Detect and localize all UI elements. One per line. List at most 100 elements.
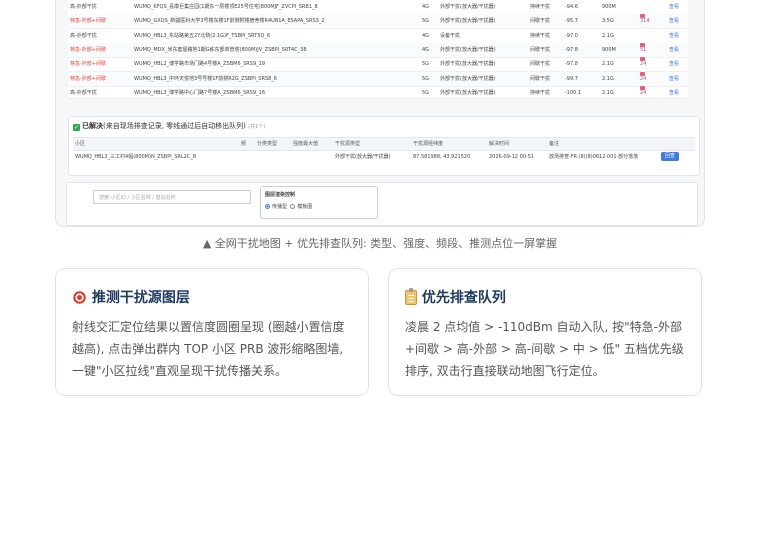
cell-name: WUMQ_HBL3_中环天悦地3号号楼1F前侧R2G_ZSBPI_SRS8_6 <box>134 75 277 82</box>
count-tag: 24 <box>640 85 662 98</box>
tag-count: 314 <box>640 18 650 25</box>
cell-name: WUMQ_HBL3_博学路中心门路7号楼A_ZSBM6_SRS9_16 <box>134 89 266 96</box>
col-resolved-time: 解决时间 <box>489 141 510 147</box>
cell-name: WUMQ_HBL2_博学路市场门路4号楼A_ZSBM6_SRS9_19 <box>134 61 266 68</box>
feature-card-inference-layer: 推测干扰源图层 射线交汇定位结果以置信度圆圈呈现 (圈越小置信度越高), 点击弹… <box>55 268 369 396</box>
priority-type: 特急-外部+间歇 <box>70 61 106 68</box>
tag-icon <box>640 71 645 76</box>
table-row[interactable]: 特急-外部+间歇 WUMQ_MDX_米东套屋路地1期G栋东部单管塔(800M)JV… <box>68 42 688 58</box>
band: 5G <box>422 61 430 68</box>
priority-type: 高-外部干扰 <box>70 4 97 10</box>
target-icon <box>72 290 87 305</box>
band: 5G <box>422 18 430 25</box>
layer-options: 传播型 模板图 <box>265 203 312 210</box>
count-tag: 314 <box>640 14 662 28</box>
resolved-title: ✓ 已解决(来自现场排查记录, 零线通过后自动移出队列) (共1个) <box>73 121 265 131</box>
card-title: 推测干扰源图层 <box>72 287 190 307</box>
table-row[interactable]: 特急-外部+间歇 WUMQ_HBL3_中环天悦地3号号楼1F前侧R2G_ZSBPI… <box>68 71 688 87</box>
option-template-label: 模板图 <box>297 204 313 210</box>
priority-type: 特急-外部+间歇 <box>70 75 106 82</box>
table-row[interactable]: 高-外部干扰 WUMQ_HBL3_博学路中心门路7号楼A_ZSBM6_SRS9_1… <box>68 85 688 98</box>
table-row[interactable]: 特急-外部+间歇 WUMQ_HBL2_博学路市场门路4号楼A_ZSBM6_SRS9… <box>68 57 688 73</box>
filter-panel: 搜索·小区ID / 小区名称 / 基站名称 图层渲染控制 传播型 模板图 <box>66 182 698 226</box>
col-category: 分类类型 <box>257 141 278 147</box>
interference-kind: 外部干扰(放大器/干扰器) <box>440 4 496 10</box>
view-link[interactable]: 查看 <box>669 43 687 57</box>
search-input[interactable]: 搜索·小区ID / 小区名称 / 基站名称 <box>93 190 251 204</box>
count-tag: 24 <box>640 57 662 71</box>
view-link[interactable]: 查看 <box>669 0 687 14</box>
check-icon: ✓ <box>73 124 80 131</box>
tag-count: 51 <box>640 46 647 53</box>
table-row[interactable]: 高-外部干扰 WUMQ_KFQS_喜康巨集庄园(1期东一层楼顶E25号住宅)800… <box>68 0 688 15</box>
interference-kind: 外部干扰(放大器/干扰器) <box>440 61 496 68</box>
card-title-text: 推测干扰源图层 <box>91 290 190 306</box>
band: 4G <box>422 46 430 53</box>
frequency: 900M <box>602 46 616 53</box>
count-tag: 24 <box>640 71 662 86</box>
cell-name: WUMQ_GXQS_新疆医科大学3号楼东楼1F前侧附楼宿舍楼R4UB1A_ESA… <box>134 18 325 25</box>
intensity-value: -97.0 <box>565 32 578 39</box>
resolved-cell: WUMQ_HBL3_三工村4幅(800M)N_ZSBPI_SRL2C_8 <box>75 154 196 160</box>
cell-name: WUMQ_HBL3_东站路第五2Y北侧(2.1G)F_TSBPI_SRT5O_6 <box>134 32 271 39</box>
cell-name: WUMQ_MDX_米东套屋路地1期G栋东部单管塔(800M)JV_ZSBPI_S… <box>134 46 307 53</box>
intensity-value: -97.8 <box>565 61 578 68</box>
band: 5G <box>422 75 430 82</box>
resolved-title-rest: (来自现场排查记录, 零线通过后自动移出队列) <box>103 122 246 130</box>
band: 4G <box>422 4 430 10</box>
frequency: 2.1G <box>602 32 614 39</box>
card-title: 优先排查队列 <box>405 287 506 307</box>
cell-name: WUMQ_KFQS_喜康巨集庄园(1期东一层楼顶E25号住宅)800MJF_ZV… <box>134 4 318 10</box>
interference-kind: 设备干扰 <box>440 32 461 39</box>
queue-table: 高-外部干扰 WUMQ_KFQS_喜康巨集庄园(1期东一层楼顶E25号住宅)800… <box>68 0 688 99</box>
feature-card-priority-queue: 优先排查队列 凌晨 2 点均值 > -110dBm 自动入队, 按"特急-外部+… <box>388 268 702 396</box>
intensity-value: -99.7 <box>565 75 578 82</box>
interference-kind: 外部干扰(放大器/干扰器) <box>440 46 496 53</box>
intensity-value: -97.8 <box>565 46 578 53</box>
layer-control: 图层渲染控制 传播型 模板图 <box>260 186 378 219</box>
screenshot-frame: 高-外部干扰 WUMQ_KFQS_喜康巨集庄园(1期东一层楼顶E25号住宅)800… <box>55 0 705 227</box>
table-row[interactable]: WUMQ_HBL3_三工村4幅(800M)N_ZSBPI_SRL2C_8 外部干… <box>73 151 695 163</box>
priority-type: 高-外部干扰 <box>70 32 97 39</box>
frequency: 2.1G <box>602 89 614 96</box>
col-band: 频 <box>241 141 247 147</box>
resolved-panel: ✓ 已解决(来自现场排查记录, 零线通过后自动移出队列) (共1个) 小区 频 分… <box>68 116 700 176</box>
view-link[interactable]: 查看 <box>669 57 687 71</box>
radio-propagation[interactable] <box>265 204 270 209</box>
clipboard-icon <box>405 288 417 305</box>
tag-icon <box>640 57 645 62</box>
priority-type: 高-外部干扰 <box>70 89 97 96</box>
priority-type: 特急-外部+间歇 <box>70 18 106 25</box>
col-note: 备注 <box>549 141 560 147</box>
figure-caption: ▲ 全网干扰地图 + 优先排查队列: 类型、强度、频段、推测点位一屏掌握 <box>202 237 558 250</box>
layer-control-title: 图层渲染控制 <box>265 192 296 198</box>
frequency: 3.5G <box>602 18 614 25</box>
priority-type: 特急-外部+间歇 <box>70 46 106 53</box>
tag-icon <box>640 85 645 90</box>
frequency: 2.1G <box>602 75 614 82</box>
table-row[interactable]: 高-外部干扰 WUMQ_HBL3_东站路第五2Y北侧(2.1G)F_TSBPI_S… <box>68 29 688 44</box>
count-tag: 51 <box>640 42 662 57</box>
table-row[interactable]: 特急-外部+间歇 WUMQ_GXQS_新疆医科大学3号楼东楼1F前侧附楼宿舍楼R4… <box>68 14 688 30</box>
interference-kind: 外部干扰(放大器/干扰器) <box>440 89 496 96</box>
view-link[interactable]: 查看 <box>669 72 687 86</box>
resolved-title-bold: 已解决 <box>82 122 103 130</box>
resolved-count: (共1个) <box>248 124 266 130</box>
resolved-table-header: 小区 频 分类类型 强度最大值 干扰源类型 干扰源经纬度 解决时间 备注 <box>73 137 695 151</box>
interference-kind: 外部干扰(放大器/干扰器) <box>440 75 496 82</box>
tag-icon <box>640 14 645 19</box>
view-link[interactable]: 查看 <box>669 29 687 43</box>
view-link[interactable]: 查看 <box>669 86 687 98</box>
tag-count: 24 <box>640 61 647 68</box>
interference-kind: 外部干扰(放大器/干扰器) <box>440 18 496 25</box>
option-propagation-label: 传播型 <box>272 204 288 210</box>
band: 4G <box>422 32 430 39</box>
intensity-value: -95.7 <box>565 18 578 25</box>
recheck-button[interactable]: 回查 <box>661 152 679 161</box>
view-link[interactable]: 查看 <box>669 14 687 28</box>
resolved-note: 放场排查·FR·(8)(8)0612·001·部分落落 <box>549 154 639 160</box>
col-source-type: 干扰源类型 <box>335 141 361 147</box>
frequency: 2.1G <box>602 61 614 68</box>
radio-template[interactable] <box>290 204 296 209</box>
tag-count: 24 <box>640 89 647 96</box>
